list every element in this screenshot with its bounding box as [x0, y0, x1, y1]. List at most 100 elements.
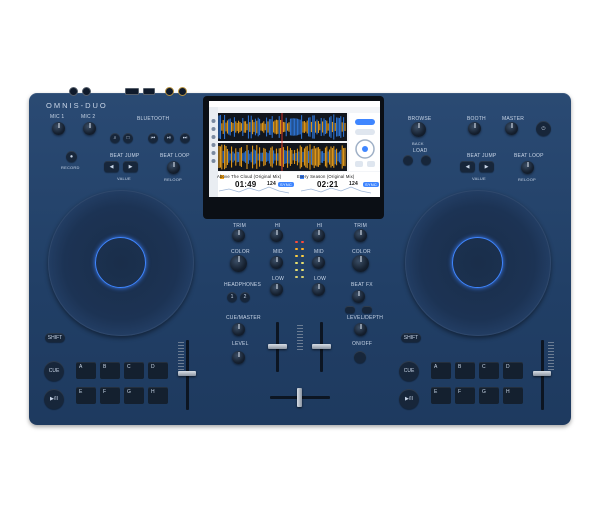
headphone-level-knob[interactable] — [232, 351, 245, 364]
right-value-label: VALUE — [472, 176, 486, 181]
left-play-label: ▶/II — [49, 396, 58, 402]
low-knob-right[interactable] — [312, 283, 325, 296]
right-jog-light-ring — [452, 237, 503, 288]
power-button[interactable]: ⏻ — [536, 121, 551, 136]
headphone-jack — [178, 87, 187, 96]
mic2-label: MIC 2 — [81, 114, 96, 120]
fx-on-off-button[interactable] — [354, 351, 366, 363]
crossfader[interactable] — [297, 388, 302, 407]
right-play-button[interactable]: ▶/II — [399, 389, 419, 409]
mid-knob-left[interactable] — [270, 256, 283, 269]
low-knob-left[interactable] — [270, 283, 283, 296]
headphone-cue-1-button[interactable]: 1 — [227, 292, 237, 302]
headphone-cue-2-button[interactable]: 2 — [240, 292, 250, 302]
right-shift-button[interactable]: SHIFT — [401, 333, 421, 342]
right-pad-e[interactable]: E — [431, 387, 451, 404]
cue-master-label: CUE/MASTER — [226, 315, 261, 321]
fx-right-button[interactable] — [362, 306, 372, 313]
beat-loop-label: BEAT LOOP — [160, 153, 190, 159]
channel1-fader[interactable] — [268, 344, 287, 349]
left-jog-light-ring — [95, 237, 146, 288]
channel2-fader[interactable] — [312, 344, 331, 349]
right-pad-f[interactable]: F — [455, 387, 475, 404]
bluetooth-label: BLUETOOTH — [137, 116, 170, 122]
color-knob-left[interactable] — [230, 255, 247, 272]
deck2-track-title: Every Season (Original Mix) — [297, 174, 355, 179]
deck1-sync-badge[interactable]: SYNC — [278, 182, 294, 187]
deck1-time: 01:49 — [235, 180, 257, 189]
low-label-left: LOW — [272, 276, 284, 282]
right-beat-jump-left-button[interactable]: ◀ — [460, 161, 475, 172]
right-pad-g[interactable]: G — [479, 387, 499, 404]
mic-input-jack — [82, 87, 91, 96]
mic-input-jack — [69, 87, 78, 96]
left-pad-a[interactable]: A — [76, 362, 96, 379]
right-pad-c[interactable]: C — [479, 362, 499, 379]
next-button[interactable]: ⏭ — [180, 133, 190, 143]
booth-label: BOOTH — [467, 116, 486, 122]
left-pad-g[interactable]: G — [124, 387, 144, 404]
record-button[interactable]: ⏺ — [66, 151, 77, 162]
bluetooth-pair-button[interactable]: □ — [123, 133, 133, 143]
cue-master-knob[interactable] — [232, 323, 245, 336]
level-label: LEVEL — [232, 341, 249, 347]
right-pad-h[interactable]: H — [503, 387, 523, 404]
load-left-button[interactable] — [403, 155, 413, 165]
right-pad-d[interactable]: D — [503, 362, 523, 379]
right-reloop-label: RELOOP — [518, 177, 536, 182]
fx-left-button[interactable] — [345, 306, 355, 313]
deck2-bpm: 124 — [349, 181, 358, 187]
right-cue-button[interactable]: CUE — [399, 361, 419, 381]
usb-port — [125, 88, 139, 95]
mid-knob-right[interactable] — [312, 256, 325, 269]
level-depth-knob[interactable] — [354, 323, 367, 336]
left-pad-c[interactable]: C — [124, 362, 144, 379]
right-pitch-ticks — [548, 342, 554, 372]
deck1-bpm: 124 — [267, 181, 276, 187]
mid-label-right: MID — [314, 249, 324, 255]
left-cue-button[interactable]: CUE — [44, 361, 64, 381]
color-knob-right[interactable] — [352, 255, 369, 272]
trim-knob-left[interactable] — [232, 229, 245, 242]
load-right-button[interactable] — [421, 155, 431, 165]
right-pad-b[interactable]: B — [455, 362, 475, 379]
right-pad-a[interactable]: A — [431, 362, 451, 379]
prev-button[interactable]: ⏮ — [148, 133, 158, 143]
touch-display[interactable]: Above The Cloud (Original Mix) Every Sea… — [209, 101, 380, 197]
left-pitch-ticks — [178, 342, 184, 372]
hi-knob-left[interactable] — [270, 229, 283, 242]
left-shift-button[interactable]: SHIFT — [45, 333, 65, 342]
headphone-jack — [165, 87, 174, 96]
browse-knob[interactable] — [411, 122, 426, 137]
color-label-left: COLOR — [231, 249, 250, 255]
on-off-label: ON/OFF — [352, 341, 373, 347]
beat-fx-knob[interactable] — [352, 290, 365, 303]
bluetooth-button[interactable]: ⌕ — [110, 133, 120, 143]
beat-jump-right-button[interactable]: ▶ — [123, 161, 138, 172]
beat-jump-left-button[interactable]: ◀ — [104, 161, 119, 172]
booth-knob[interactable] — [468, 122, 481, 135]
mic2-knob[interactable] — [83, 122, 96, 135]
right-beat-loop-knob[interactable] — [521, 161, 534, 174]
right-beat-jump-label: BEAT JUMP — [467, 153, 497, 159]
beat-fx-label: BEAT FX — [351, 282, 373, 288]
mic1-knob[interactable] — [52, 122, 65, 135]
left-pad-b[interactable]: B — [100, 362, 120, 379]
hi-knob-right[interactable] — [312, 229, 325, 242]
deck2-sync-badge[interactable]: SYNC — [363, 182, 379, 187]
left-pad-f[interactable]: F — [100, 387, 120, 404]
right-beat-jump-right-button[interactable]: ▶ — [479, 161, 494, 172]
left-pad-e[interactable]: E — [76, 387, 96, 404]
master-knob[interactable] — [505, 122, 518, 135]
beat-loop-knob[interactable] — [167, 161, 180, 174]
left-play-button[interactable]: ▶/II — [44, 389, 64, 409]
left-pad-d[interactable]: D — [148, 362, 168, 379]
left-pitch-fader[interactable] — [178, 371, 196, 376]
play-pause-bt-button[interactable]: ⏯ — [164, 133, 174, 143]
trim-knob-right[interactable] — [354, 229, 367, 242]
left-pad-h[interactable]: H — [148, 387, 168, 404]
record-label: RECORD — [61, 165, 80, 170]
right-cue-label: CUE — [403, 368, 415, 374]
back-label: BACK — [412, 141, 424, 146]
right-pitch-fader[interactable] — [533, 371, 551, 376]
